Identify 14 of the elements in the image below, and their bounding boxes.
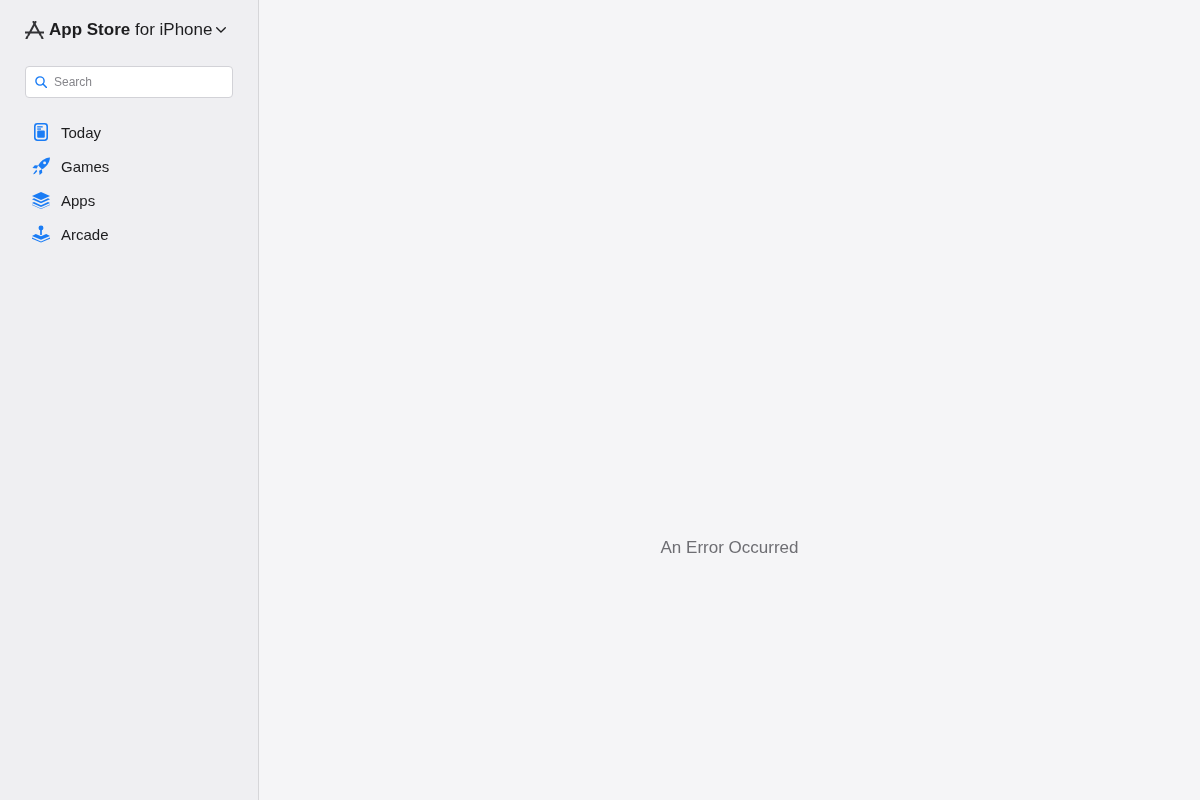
app-store-logo-icon bbox=[25, 21, 44, 39]
rocket-icon bbox=[32, 156, 50, 176]
joystick-icon bbox=[32, 225, 50, 243]
search-icon bbox=[35, 76, 47, 88]
stacked-layers-icon bbox=[32, 191, 50, 209]
sidebar-nav-link[interactable]: Apps bbox=[32, 183, 96, 217]
search-field[interactable]: Search bbox=[25, 66, 233, 98]
phone-card-icon bbox=[34, 123, 48, 141]
sidebar-nav-link[interactable]: Today bbox=[32, 115, 102, 149]
sidebar-nav-link[interactable]: Games bbox=[32, 149, 110, 183]
chevron-down-icon bbox=[216, 27, 227, 33]
error-message: An Error Occurred bbox=[660, 538, 799, 558]
sidebar-nav-link[interactable]: Arcade bbox=[32, 217, 109, 251]
store-selector-button[interactable]: App Store for iPhone bbox=[49, 20, 227, 40]
